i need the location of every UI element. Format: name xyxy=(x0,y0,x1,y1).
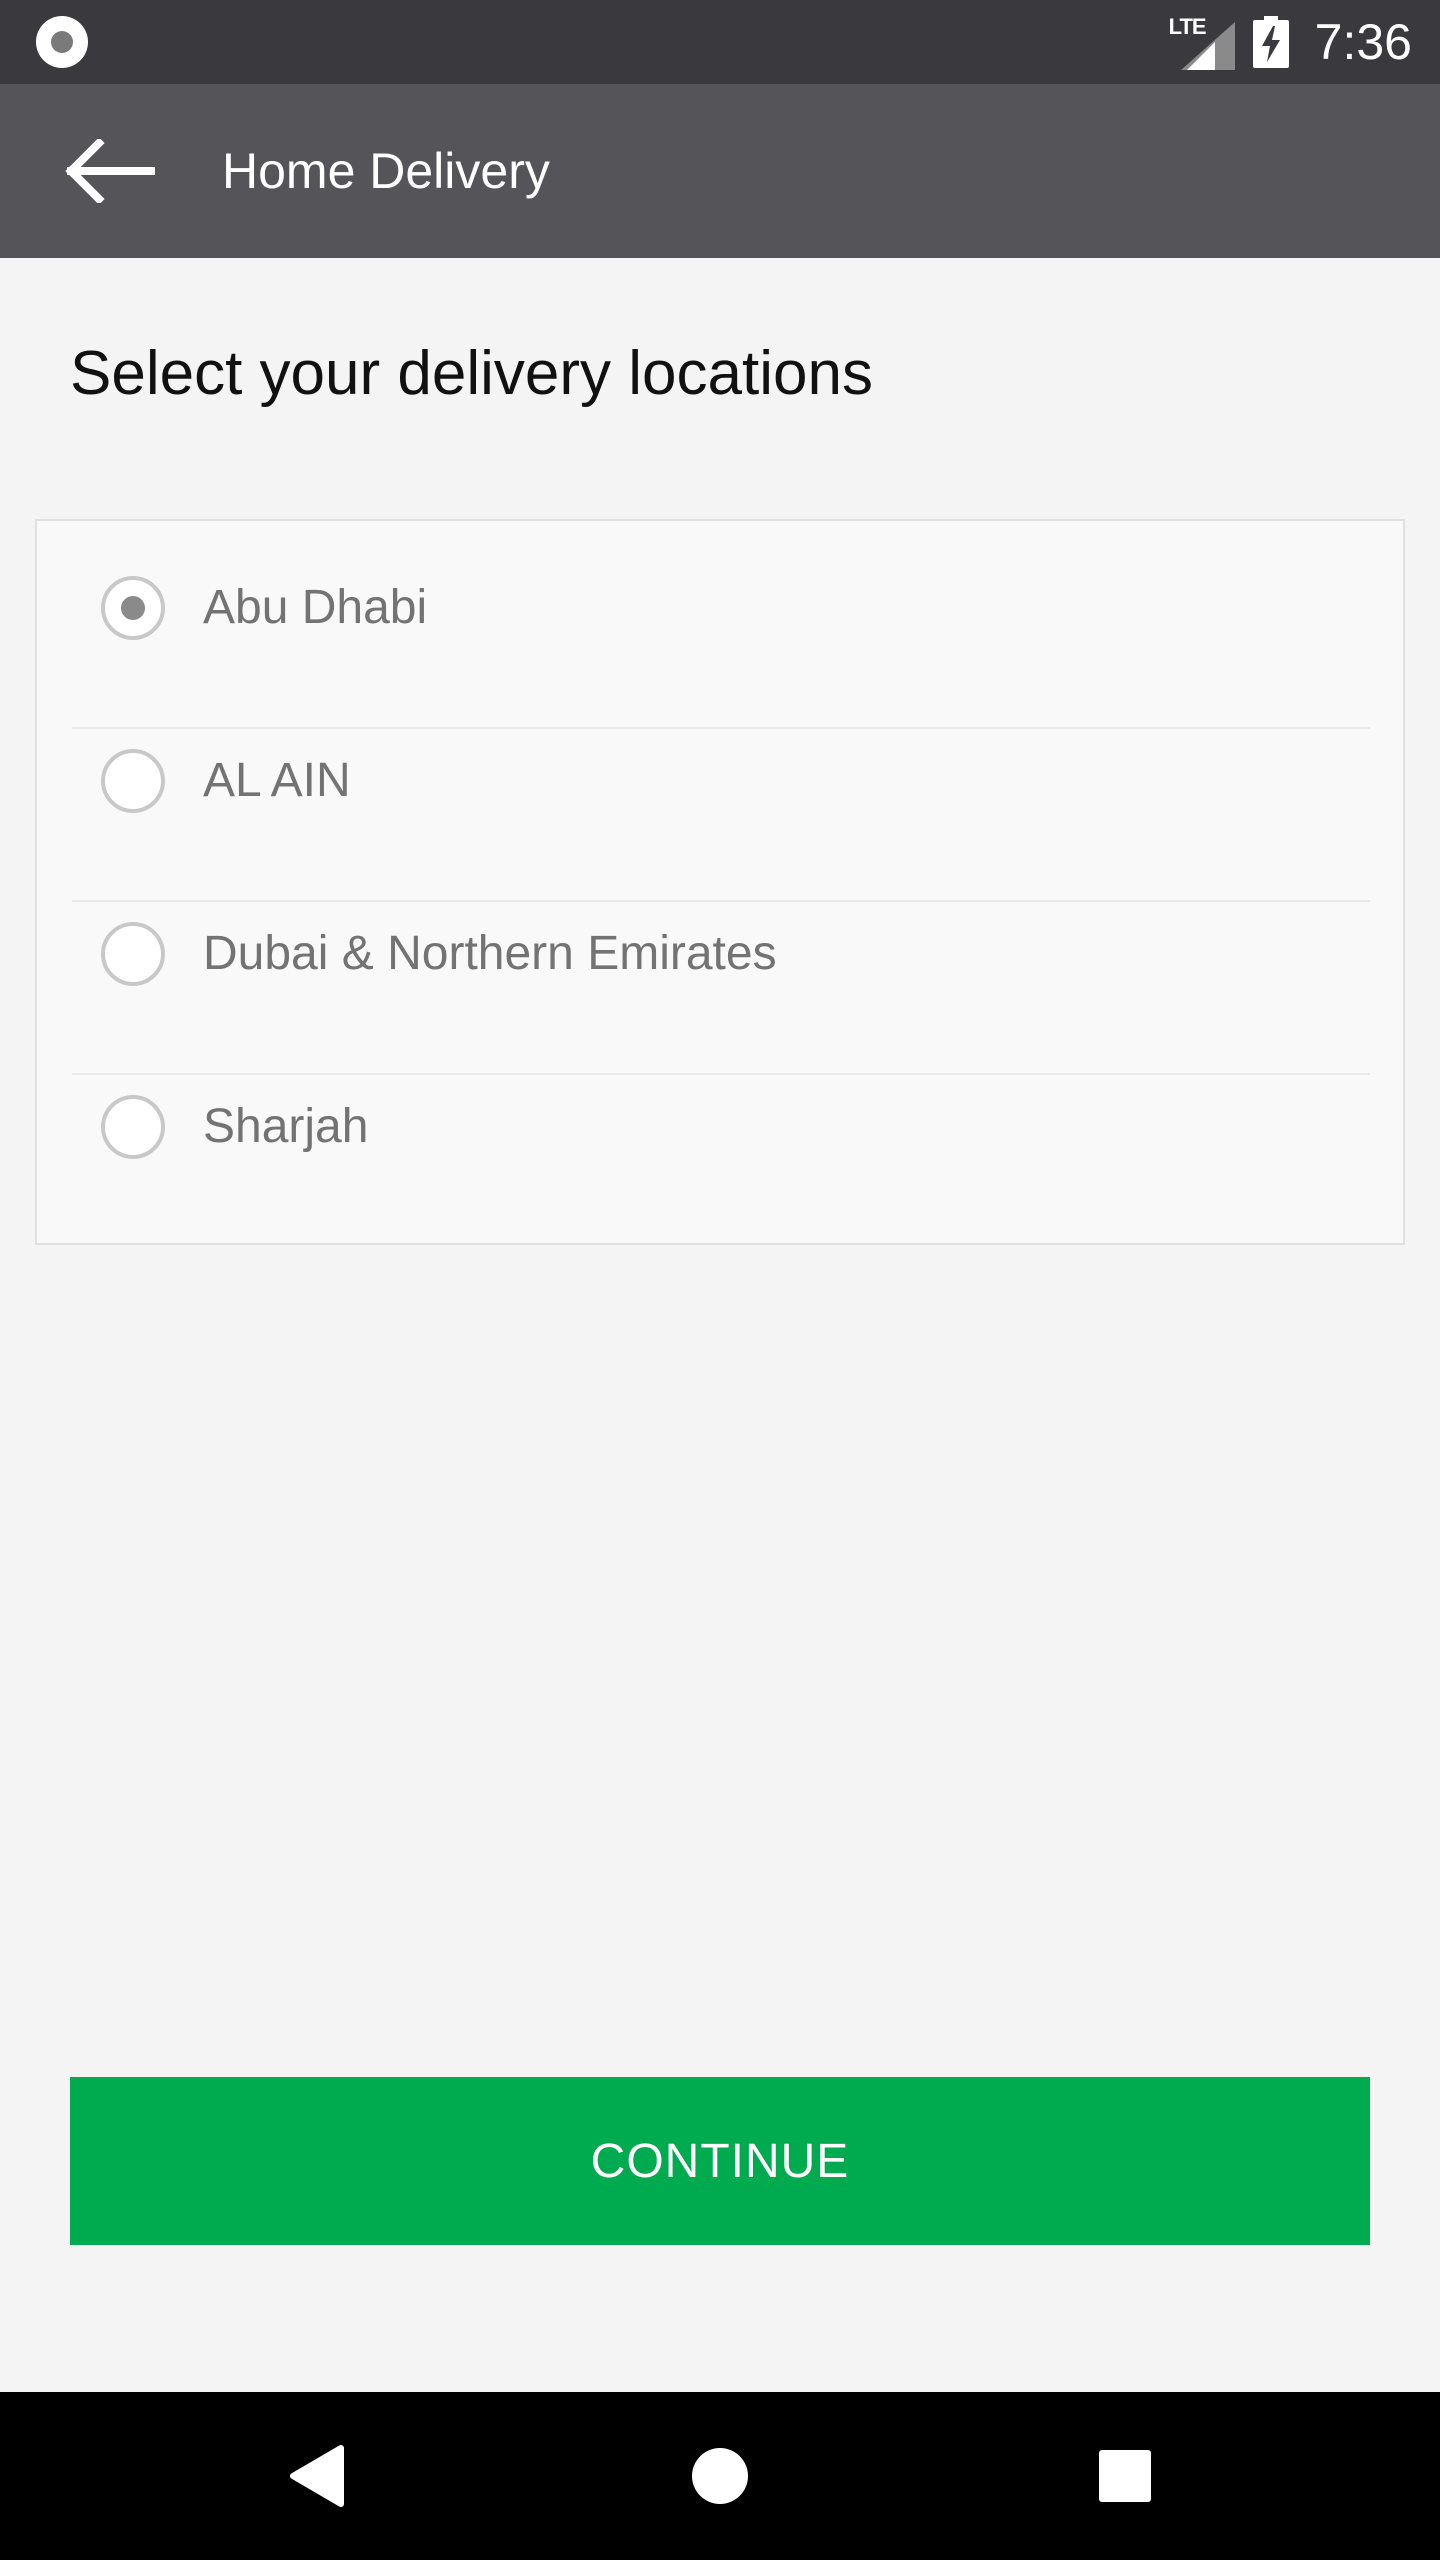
location-option-al-ain[interactable]: AL AIN xyxy=(37,694,1403,867)
location-option-label: AL AIN xyxy=(203,754,351,807)
radio-button[interactable] xyxy=(101,1094,165,1159)
battery-charging-icon xyxy=(1252,16,1289,68)
location-option-dubai-northern-emirates[interactable]: Dubai & Northern Emirates xyxy=(37,867,1403,1040)
signal-strength-icon xyxy=(1180,22,1235,70)
nav-back-button[interactable] xyxy=(237,2392,397,2560)
radio-button-checked[interactable] xyxy=(101,575,165,640)
system-navigation-bar xyxy=(0,2392,1440,2560)
page-heading: Select your delivery locations xyxy=(70,339,873,408)
arrow-left-icon xyxy=(65,139,155,203)
square-recents-icon xyxy=(1099,2450,1151,2502)
nav-recents-button[interactable] xyxy=(1045,2392,1205,2560)
status-clock: 7:36 xyxy=(1314,14,1412,70)
status-indicators: LTE 7:36 xyxy=(1169,13,1412,71)
triangle-back-icon xyxy=(290,2445,344,2507)
location-option-label: Abu Dhabi xyxy=(203,581,428,634)
cell-signal: LTE xyxy=(1169,14,1235,70)
radio-button[interactable] xyxy=(101,748,165,813)
location-option-sharjah[interactable]: Sharjah xyxy=(37,1040,1403,1213)
location-option-label: Dubai & Northern Emirates xyxy=(203,927,777,980)
status-bar: LTE 7:36 xyxy=(0,0,1440,84)
continue-button[interactable]: CONTINUE xyxy=(70,2077,1370,2245)
back-button[interactable] xyxy=(50,111,170,231)
circle-home-icon xyxy=(692,2448,748,2504)
radio-button[interactable] xyxy=(101,921,165,986)
location-option-label: Sharjah xyxy=(203,1100,369,1153)
location-option-abu-dhabi[interactable]: Abu Dhabi xyxy=(37,521,1403,694)
app-bar-title: Home Delivery xyxy=(222,143,550,199)
screen-record-icon xyxy=(36,16,88,68)
location-options-card: Abu Dhabi AL AIN Dubai & Northern Emirat… xyxy=(35,519,1405,1245)
app-bar: Home Delivery xyxy=(0,84,1440,258)
nav-home-button[interactable] xyxy=(640,2392,800,2560)
